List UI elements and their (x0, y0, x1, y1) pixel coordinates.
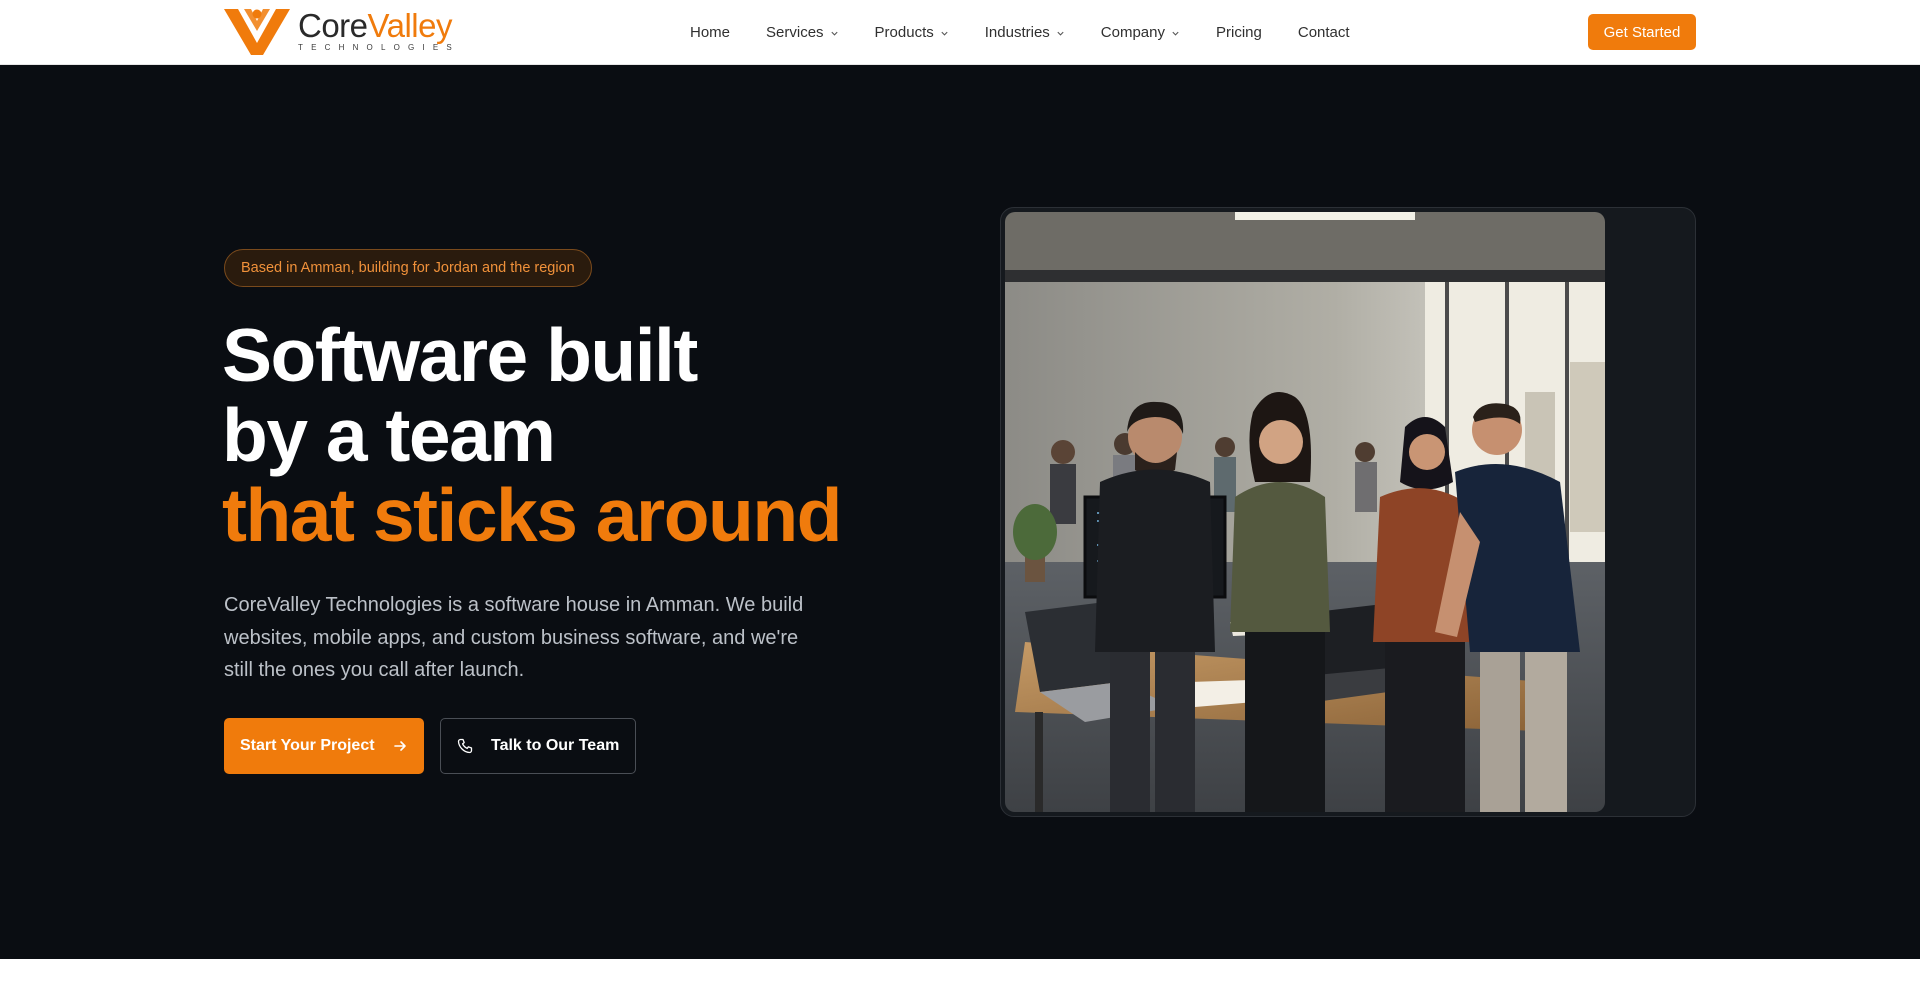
nav-item-label: Services (766, 23, 824, 41)
hero-headline: Software built by a team that sticks aro… (222, 313, 842, 557)
nav-item-label: Products (874, 23, 934, 41)
next-section-top (0, 959, 1920, 993)
phone-icon (457, 738, 473, 754)
talk-to-team-button[interactable]: Talk to Our Team (440, 718, 636, 774)
brand-logo[interactable]: CoreValley TECHNOLOGIES (224, 7, 460, 57)
nav-item-label: Pricing (1216, 23, 1262, 41)
chevron-down-icon (830, 31, 838, 36)
arrow-right-icon (393, 741, 406, 751)
nav-item-label: Company (1100, 23, 1165, 41)
brand-name: CoreValley (298, 7, 452, 44)
corevalley-logo-icon (224, 9, 290, 55)
headline-line-1: Software built (222, 313, 698, 397)
nav-item-label: Home (690, 23, 731, 41)
brand-tagline: TECHNOLOGIES (298, 43, 460, 52)
chevron-down-icon (941, 31, 948, 36)
chevron-down-icon (1172, 31, 1179, 36)
headline-line-3: that sticks around (222, 473, 842, 557)
hero-image-frame (1000, 207, 1696, 817)
nav-item-home[interactable]: Home (690, 24, 730, 41)
talk-to-team-label: Talk to Our Team (491, 737, 620, 754)
hero-section: Based in Amman, building for Jordan and … (0, 65, 1920, 959)
nav-item-label: Contact (1297, 23, 1350, 41)
nav-item-company[interactable]: Company (1101, 24, 1180, 41)
nav-item-services[interactable]: Services (766, 24, 839, 41)
hero-description: CoreValley Technologies is a software ho… (224, 594, 804, 681)
top-navbar: CoreValley TECHNOLOGIES Home Services Prod… (0, 0, 1920, 65)
start-project-label: Start Your Project (240, 737, 375, 754)
get-started-button[interactable]: Get Started (1588, 14, 1696, 50)
nav-item-industries[interactable]: Industries (985, 24, 1065, 41)
location-badge: Based in Amman, building for Jordan and … (224, 249, 592, 287)
nav-item-contact[interactable]: Contact (1298, 24, 1350, 41)
headline-line-2: by a team (222, 393, 556, 477)
nav-item-pricing[interactable]: Pricing (1216, 24, 1262, 41)
main-menu: Home Services Products Industries Company Pri… (690, 0, 1386, 64)
brand-wordmark: CoreValley TECHNOLOGIES (298, 9, 460, 52)
chevron-down-icon (1057, 31, 1064, 36)
nav-item-products[interactable]: Products (875, 24, 949, 41)
start-project-button[interactable]: Start Your Project (224, 718, 424, 774)
team-office-photo (1005, 212, 1605, 812)
nav-item-label: Industries (984, 23, 1050, 41)
